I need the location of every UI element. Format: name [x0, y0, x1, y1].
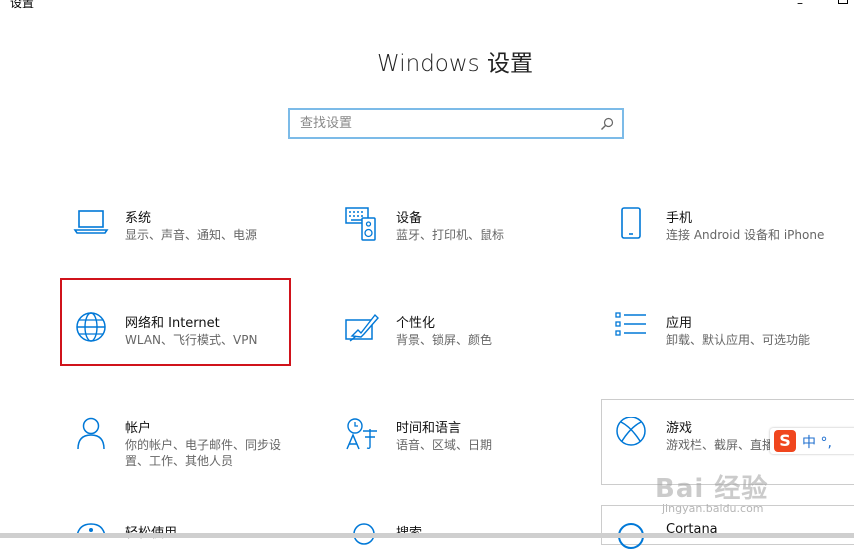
tile-network[interactable]: 网络和 Internet WLAN、飞行模式、VPN	[73, 312, 283, 358]
tile-accounts[interactable]: 帐户 你的帐户、电子邮件、同步设 置、工作、其他人员	[73, 417, 303, 469]
baidu-watermark: Bai 经验	[655, 474, 769, 504]
tile-title: 设备	[396, 211, 423, 226]
tile-subtitle: WLAN、飞行模式、VPN	[125, 333, 258, 347]
tile-subtitle: 显示、声音、通知、电源	[125, 228, 258, 242]
tile-title: 轻松使用	[125, 522, 177, 541]
paint-icon	[345, 313, 379, 342]
phone-icon	[621, 207, 641, 239]
tile-title: 网络和 Internet	[125, 316, 220, 331]
ime-mode-indicator[interactable]: 中 °,	[802, 432, 832, 452]
apps-list-icon	[615, 312, 646, 336]
tile-subtitle-line-2: 置、工作、其他人员	[125, 454, 234, 468]
tile-title: 个性化	[396, 316, 436, 331]
tile-phone[interactable]: 手机 连接 Android 设备和 iPhone	[614, 207, 850, 253]
minimize-button[interactable]: –	[797, 0, 803, 10]
search-icon[interactable]	[600, 117, 614, 131]
tile-personalization[interactable]: 个性化 背景、锁屏、颜色	[344, 312, 574, 358]
page-title: Windows 设置	[377, 51, 533, 77]
tile-apps[interactable]: 应用 卸载、默认应用、可选功能	[614, 312, 850, 358]
tile-system[interactable]: 系统 显示、声音、通知、电源	[73, 207, 303, 253]
search-box[interactable]	[288, 108, 624, 139]
time-language-icon	[346, 418, 377, 450]
tile-title: 帐户	[125, 421, 152, 436]
globe-icon	[76, 312, 106, 342]
person-icon	[77, 417, 105, 450]
tile-subtitle: 连接 Android 设备和 iPhone	[666, 228, 825, 242]
tile-title: 时间和语言	[396, 421, 462, 436]
tile-subtitle: 语音、区域、日期	[396, 438, 493, 452]
title-bar: 设置 –	[0, 0, 854, 12]
tile-title: 搜索	[396, 522, 422, 541]
cortana-icon	[618, 523, 644, 549]
ime-toolbar[interactable]: S 中 °,	[770, 428, 854, 454]
search-input[interactable]	[300, 110, 590, 137]
tile-subtitle: 背景、锁屏、颜色	[396, 333, 493, 347]
ease-of-access-icon	[76, 523, 106, 537]
laptop-icon	[73, 210, 109, 234]
tile-subtitle: 游戏栏、截屏、直播	[666, 438, 775, 452]
tile-subtitle: 蓝牙、打印机、鼠标	[396, 228, 505, 242]
tile-subtitle-line-1: 你的帐户、电子邮件、同步设	[125, 438, 282, 452]
bottom-edge	[0, 533, 854, 538]
sogou-ime-icon[interactable]: S	[774, 430, 796, 452]
tile-title: 手机	[666, 211, 693, 226]
tile-title: 应用	[666, 316, 693, 331]
tile-time-language[interactable]: 时间和语言 语音、区域、日期	[344, 417, 574, 463]
maximize-button[interactable]	[838, 0, 848, 4]
tile-devices[interactable]: 设备 蓝牙、打印机、鼠标	[344, 207, 574, 253]
app-title: 设置	[10, 0, 35, 10]
baidu-watermark-url: jingyan.baidu.com	[662, 502, 764, 515]
tile-subtitle: 卸载、默认应用、可选功能	[666, 333, 811, 347]
xbox-icon	[616, 417, 646, 446]
tile-title: 系统	[125, 211, 152, 226]
search-icon	[353, 523, 375, 545]
tile-title: 游戏	[666, 421, 693, 436]
keyboard-speaker-icon	[345, 207, 376, 241]
